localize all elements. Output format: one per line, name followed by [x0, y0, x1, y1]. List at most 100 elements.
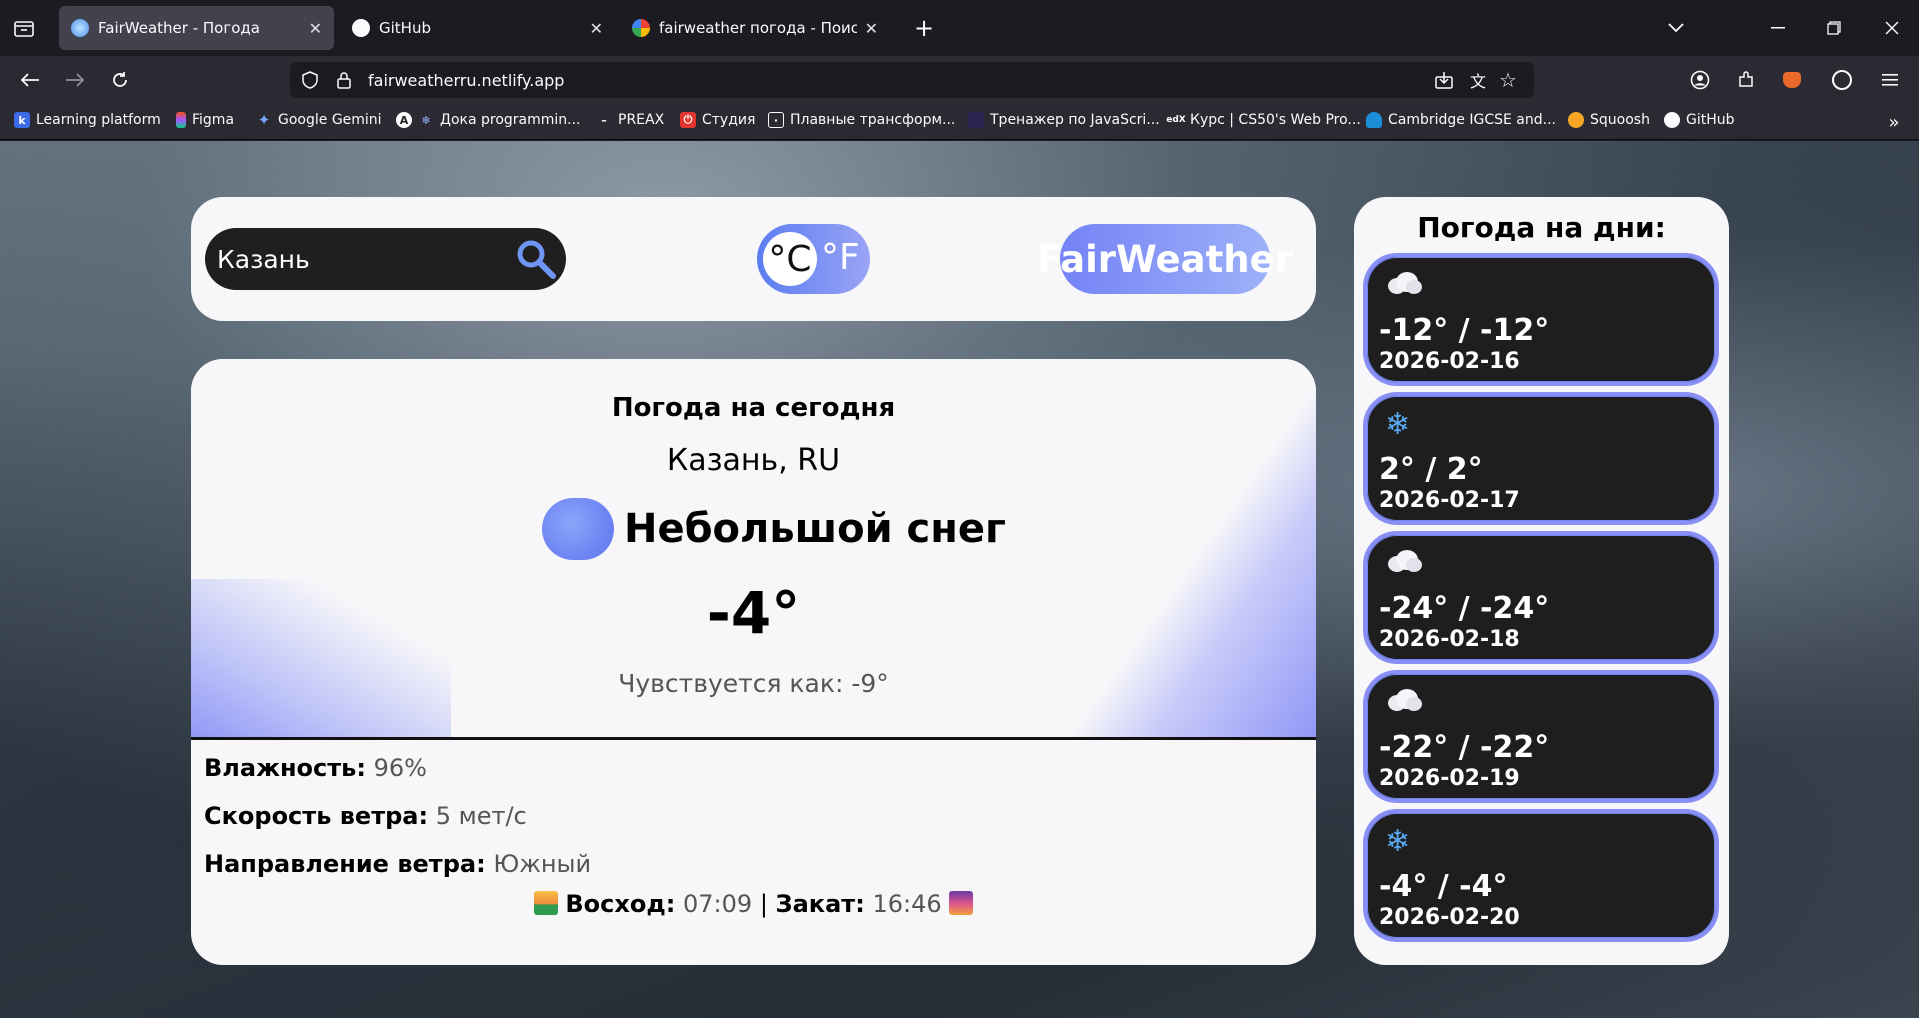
- back-arrow-icon[interactable]: [16, 66, 44, 94]
- close-tab-icon[interactable]: ✕: [865, 19, 878, 38]
- url-bar[interactable]: fairweatherru.netlify.app 文 ☆: [290, 62, 1534, 98]
- reload-icon[interactable]: [106, 66, 134, 94]
- city-search-input[interactable]: [217, 240, 497, 278]
- bookmark-label: Squoosh: [1590, 112, 1650, 128]
- bookmark-label: Learning platform: [36, 112, 161, 128]
- bookmarks-bar: k Learning platform Figma ✦ Google Gemini …: [0, 104, 1919, 140]
- humidity-value: 96%: [373, 754, 427, 782]
- sunset-value: 16:46: [872, 890, 942, 918]
- humidity-label: Влажность:: [204, 754, 366, 782]
- sunset-icon: [949, 891, 974, 915]
- wind-speed-value: 5 мет/с: [435, 802, 527, 830]
- cloud-icon: [1385, 688, 1425, 718]
- snowflake-icon: ❄: [1385, 407, 1411, 442]
- lock-icon[interactable]: [332, 68, 356, 92]
- dash-icon: –: [601, 113, 607, 127]
- restore-icon[interactable]: [1820, 14, 1848, 42]
- forecast-temp: -4° / -4°: [1379, 869, 1508, 904]
- bookmark-squoosh[interactable]: Squoosh: [1568, 112, 1650, 128]
- bookmark-smooth-transforms[interactable]: · Плавные трансформ...: [768, 112, 955, 128]
- translate-icon[interactable]: 文: [1466, 68, 1490, 92]
- bookmark-cambridge[interactable]: Cambridge IGCSE and...: [1366, 112, 1556, 128]
- sun-times-row: Восход: 07:09 | Закат: 16:46: [191, 890, 1316, 918]
- today-condition: Небольшой снег: [542, 498, 1006, 560]
- feels-like: Чувствуется как: -9°: [618, 669, 889, 698]
- forecast-day[interactable]: -12° / -12° 2026-02-16: [1363, 253, 1719, 386]
- mask-extension-icon[interactable]: [1828, 66, 1856, 94]
- forecast-temp: 2° / 2°: [1379, 452, 1483, 487]
- tab-github[interactable]: GitHub ✕: [340, 6, 615, 50]
- cloud-icon: [1385, 549, 1425, 579]
- browser-tab-bar: FairWeather - Погода ✕ GitHub ✕ fairweat…: [0, 0, 1919, 56]
- account-icon[interactable]: [1686, 66, 1714, 94]
- wind-direction-label: Направление ветра:: [204, 850, 486, 878]
- google-favicon-icon: [632, 19, 650, 37]
- forecast-date: 2026-02-16: [1379, 349, 1520, 374]
- forecast-day[interactable]: ❄ 2° / 2° 2026-02-17: [1363, 392, 1719, 525]
- wind-speed-row: Скорость ветра: 5 мет/с: [204, 802, 527, 830]
- bookmark-learning-platform[interactable]: k Learning platform: [14, 112, 161, 128]
- star-icon[interactable]: ☆: [1496, 68, 1520, 92]
- header-card: °C °F FairWeather: [191, 197, 1316, 321]
- bookmark-label: Дока programmin...: [440, 112, 581, 128]
- forecast-day[interactable]: -24° / -24° 2026-02-18: [1363, 531, 1719, 664]
- bookmark-doka[interactable]: A ❄ Дока programmin...: [396, 112, 581, 128]
- double-chevron-right-icon[interactable]: »: [1882, 110, 1906, 134]
- bookmark-cs50[interactable]: edX Курс | CS50's Web Pro...: [1166, 112, 1361, 128]
- forecast-date: 2026-02-19: [1379, 766, 1520, 791]
- sunset-label: Закат:: [775, 890, 865, 918]
- shield-icon[interactable]: [298, 68, 322, 92]
- search-icon[interactable]: [515, 238, 557, 280]
- bookmark-label: Курс | CS50's Web Pro...: [1190, 112, 1361, 128]
- tab-list-icon[interactable]: [12, 16, 36, 40]
- bookmark-label: Cambridge IGCSE and...: [1388, 112, 1556, 128]
- tab-fairweather[interactable]: FairWeather - Погода ✕: [59, 6, 334, 50]
- wind-direction-row: Направление ветра: Южный: [204, 850, 591, 878]
- snowflake-small-icon: ❄: [421, 113, 431, 127]
- separator: |: [759, 890, 768, 918]
- celsius-option[interactable]: °C: [763, 232, 817, 286]
- url-text: fairweatherru.netlify.app: [368, 71, 565, 90]
- today-city: Казань, RU: [666, 443, 841, 478]
- chevron-down-icon[interactable]: [1662, 14, 1690, 42]
- bookmark-preax[interactable]: – PREAX: [596, 112, 664, 128]
- new-tab-icon[interactable]: +: [910, 14, 938, 42]
- menu-icon[interactable]: [1876, 66, 1904, 94]
- today-card: Погода на сегодня Казань, RU Небольшой с…: [191, 359, 1316, 965]
- today-summary: Погода на сегодня Казань, RU Небольшой с…: [191, 359, 1316, 740]
- sunrise-icon: [533, 891, 558, 915]
- sunrise-value: 07:09: [683, 890, 753, 918]
- forward-arrow-icon[interactable]: [61, 66, 89, 94]
- bookmark-js-trainer[interactable]: Тренажер по JavaScri...: [968, 112, 1160, 128]
- bookmark-google-gemini[interactable]: ✦ Google Gemini: [256, 111, 382, 129]
- extensions-icon[interactable]: [1732, 66, 1760, 94]
- trainer-icon: [968, 112, 984, 128]
- cloud-icon: [1385, 271, 1425, 301]
- fox-extension-icon[interactable]: [1778, 66, 1806, 94]
- forecast-day[interactable]: -22° / -22° 2026-02-19: [1363, 670, 1719, 803]
- squoosh-icon: [1568, 112, 1584, 128]
- weather-page: °C °F FairWeather Погода на сегодня Каза…: [0, 141, 1919, 1018]
- close-window-icon[interactable]: [1878, 14, 1906, 42]
- fahrenheit-option[interactable]: °F: [821, 237, 860, 278]
- a-logo-icon: A: [396, 112, 412, 128]
- minimize-icon[interactable]: [1764, 14, 1792, 42]
- close-tab-icon[interactable]: ✕: [309, 19, 322, 38]
- tab-google-search[interactable]: fairweather погода - Поиск в Google ✕: [620, 6, 890, 50]
- bookmark-figma[interactable]: Figma: [176, 112, 234, 128]
- install-app-icon[interactable]: [1432, 68, 1456, 92]
- unit-toggle[interactable]: °C °F: [757, 224, 870, 294]
- today-title: Погода на сегодня: [611, 393, 896, 423]
- close-tab-icon[interactable]: ✕: [590, 19, 603, 38]
- wind-speed-label: Скорость ветра:: [204, 802, 429, 830]
- divider: [191, 737, 1316, 740]
- sunrise-label: Восход:: [565, 890, 676, 918]
- fairweather-favicon-icon: [71, 19, 89, 37]
- forecast-card: Погода на дни: -12° / -12° 2026-02-16 ❄ …: [1354, 197, 1729, 965]
- forecast-day[interactable]: ❄ -4° / -4° 2026-02-20: [1363, 809, 1719, 942]
- forecast-date: 2026-02-18: [1379, 627, 1520, 652]
- bookmark-studio[interactable]: ⏻ Студия: [680, 112, 755, 128]
- cambridge-icon: [1366, 112, 1382, 128]
- bookmark-github[interactable]: GitHub: [1664, 112, 1735, 128]
- bookmark-label: PREAX: [618, 112, 665, 128]
